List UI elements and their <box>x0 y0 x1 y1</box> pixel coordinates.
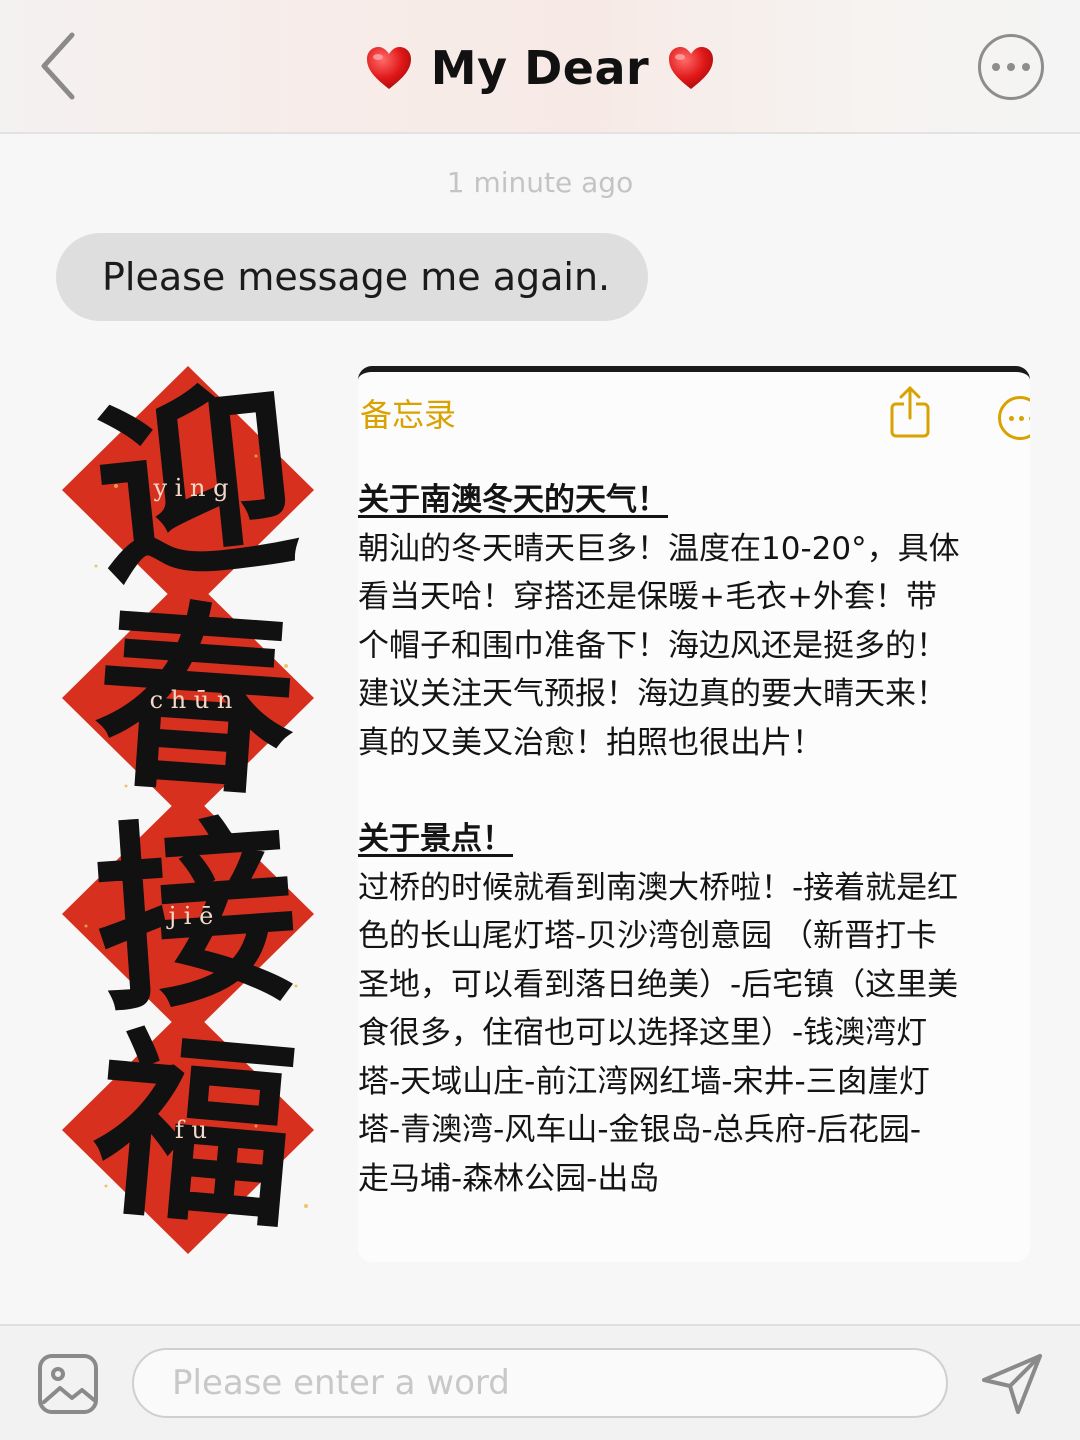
share-icon <box>890 386 930 438</box>
memo-line: 塔-天域山庄-前江湾网红墙-宋井-三囱崖灯 <box>358 1063 930 1100</box>
spring-couplet-image: 迎 春 接 福 y i n g c h ū n j i ē f u <box>62 366 314 1257</box>
attached-image[interactable]: 迎 春 接 福 y i n g c h ū n j i ē f u 备忘录 关于… <box>56 366 1032 1262</box>
memo-line: 个帽子和围巾准备下！海边风还是挺多的！ <box>358 627 947 664</box>
message-text: Please message me again. <box>102 255 611 299</box>
memo-line: 圣地，可以看到落日绝美）-后宅镇（这里美 <box>358 966 959 1003</box>
couplet-pinyin: f u <box>175 1116 207 1144</box>
more-circle-icon <box>992 63 1000 71</box>
memo-toolbar: 备忘录 <box>358 386 1030 446</box>
composer-bar <box>0 1324 1080 1440</box>
memo-screenshot: 备忘录 关于南澳冬天的天气！ 朝汕的冬天晴天巨多！温度在10-20°，具体 看当… <box>358 366 1030 1262</box>
message-bubble[interactable]: Please message me again. <box>56 233 648 321</box>
memo-line: 塔-青澳湾-风车山-金银岛-总兵府-后花园- <box>358 1112 922 1148</box>
memo-back-label: 备忘录 <box>360 396 457 434</box>
header-bar: My Dear <box>0 0 1080 134</box>
more-dot <box>1007 63 1015 71</box>
image-icon[interactable] <box>36 1352 100 1416</box>
couplet-pinyin: y i n g <box>153 474 229 502</box>
memo-content: 关于南澳冬天的天气！ 朝汕的冬天晴天巨多！温度在10-20°，具体 看当天哈！穿… <box>358 476 1026 1203</box>
couplet-pinyin: c h ū n <box>150 686 233 714</box>
memo-heading-weather: 关于南澳冬天的天气！ <box>358 482 668 518</box>
memo-line: 建议关注天气预报！海边真的要大晴天来！ <box>358 676 947 712</box>
memo-line: 走马埔-森林公园-出岛 <box>358 1160 660 1197</box>
memo-line: 看当天哈！穿搭还是保暖+毛衣+外套！带 <box>358 579 937 615</box>
red-heart-icon <box>366 47 411 89</box>
memo-line: 过桥的时候就看到南澳大桥啦！-接着就是红 <box>358 869 959 906</box>
memo-line: 食很多，住宿也可以选择这里）-钱澳湾灯 <box>358 1015 928 1051</box>
couplet-pinyin: j i ē <box>166 902 214 930</box>
message-timestamp: 1 minute ago <box>446 166 634 199</box>
memo-line: 真的又美又治愈！拍照也很出片！ <box>358 724 823 761</box>
memo-line: 朝汕的冬天晴天巨多！温度在10-20°，具体 <box>358 530 960 567</box>
more-dot <box>1022 63 1030 71</box>
more-circle-icon <box>998 396 1030 440</box>
memo-heading-spots: 关于景点！ <box>358 821 513 857</box>
message-input[interactable] <box>132 1348 948 1418</box>
red-heart-icon <box>669 47 714 89</box>
more-options-button[interactable] <box>978 34 1044 100</box>
send-icon[interactable] <box>978 1350 1046 1418</box>
title-group: My Dear <box>0 38 1080 98</box>
memo-line: 色的长山尾灯塔-贝沙湾创意园 （新晋打卡 <box>358 918 938 954</box>
page-title: My Dear <box>430 41 650 95</box>
